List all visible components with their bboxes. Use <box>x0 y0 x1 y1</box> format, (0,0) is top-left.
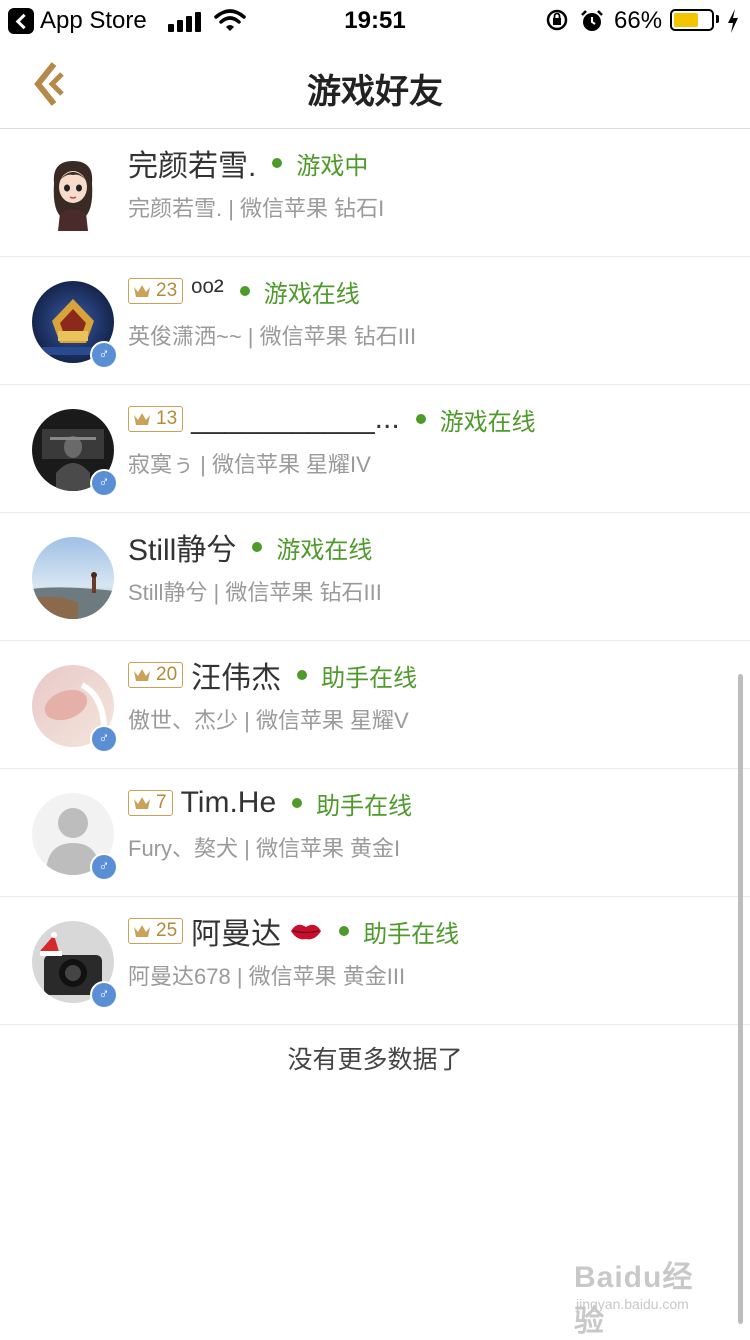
battery-percent: 66% <box>614 7 663 34</box>
friend-row[interactable]: ♂ 23 ᵒᵒ² 游戏在线 英俊潇洒~~ | 微信苹果 钻石III <box>0 257 750 385</box>
online-status: 游戏在线 <box>263 280 360 308</box>
avatar <box>32 537 114 619</box>
friend-name-line: 20 汪伟杰 助手在线 <box>128 655 417 695</box>
crown-icon <box>134 413 150 425</box>
online-dot <box>415 414 426 424</box>
online-dot <box>339 926 350 936</box>
kiss-lips-icon <box>291 924 322 940</box>
male-gender-icon: ♂ <box>90 725 118 753</box>
level-badge: 20 <box>128 662 184 688</box>
nav-bar: 游戏好友 <box>0 42 750 129</box>
level-number: 23 <box>156 280 178 301</box>
online-dot <box>292 798 303 808</box>
alarm-icon <box>581 10 603 31</box>
friend-name: Still静兮 <box>128 534 237 567</box>
level-number: 25 <box>156 920 178 941</box>
crown-icon <box>134 285 150 297</box>
watermark-url: jingyan.baidu.com <box>576 1296 689 1312</box>
friend-name-line: 完颜若雪. 游戏中 <box>128 143 368 183</box>
crown-icon <box>134 925 150 937</box>
friend-detail: 完颜若雪. | 微信苹果 钻石I <box>128 196 385 221</box>
friend-name: ___________... <box>191 402 400 435</box>
level-badge: 25 <box>128 918 184 944</box>
online-status: 游戏在线 <box>276 536 373 564</box>
online-status: 助手在线 <box>363 920 460 948</box>
online-dot <box>252 542 263 552</box>
no-more-data-label: 没有更多数据了 <box>287 1046 463 1074</box>
friend-row[interactable]: ♂ 13 ___________... 游戏在线 寂寞ぅ | 微信苹果 星耀IV <box>0 385 750 513</box>
battery-icon <box>670 9 714 31</box>
friend-row[interactable]: Still静兮 游戏在线 Still静兮 | 微信苹果 钻石III <box>0 513 750 641</box>
friend-name-line: Still静兮 游戏在线 <box>128 527 372 567</box>
male-gender-icon: ♂ <box>90 981 118 1009</box>
friend-row[interactable]: ♂ 20 汪伟杰 助手在线 傲世、杰少 | 微信苹果 星耀V <box>0 641 750 769</box>
online-status: 游戏在线 <box>439 408 536 436</box>
level-number: 20 <box>156 664 178 685</box>
watermark-logo: Baidu经验 jingyan.baidu.com <box>574 1252 714 1338</box>
battery-cap <box>716 15 719 23</box>
battery-fill <box>674 13 698 27</box>
level-badge: 13 <box>128 406 184 432</box>
online-dot <box>272 158 283 168</box>
friend-list: 完颜若雪. 游戏中 完颜若雪. | 微信苹果 钻石I ♂ 23 ᵒᵒ² 游戏在线… <box>0 129 750 1025</box>
friend-detail: 傲世、杰少 | 微信苹果 星耀V <box>128 708 409 733</box>
online-dot <box>297 670 308 680</box>
page-title: 游戏好友 <box>307 73 443 111</box>
status-bar: App Store 19:51 66% <box>0 0 750 42</box>
level-number: 13 <box>156 408 178 429</box>
friend-name-line: 13 ___________... 游戏在线 <box>128 399 536 439</box>
friend-row[interactable]: 完颜若雪. 游戏中 完颜若雪. | 微信苹果 钻石I <box>0 129 750 257</box>
friend-name-line: 7 Tim.He 助手在线 <box>128 783 412 823</box>
friend-detail: 寂寞ぅ | 微信苹果 星耀IV <box>128 452 371 477</box>
friend-row[interactable]: ♂ 7 Tim.He 助手在线 Fury、獒犬 | 微信苹果 黄金I <box>0 769 750 897</box>
crown-icon <box>134 669 150 681</box>
level-badge: 7 <box>128 790 173 816</box>
online-dot <box>239 286 250 296</box>
friend-name: 阿曼达 <box>191 918 282 951</box>
friend-detail: Fury、獒犬 | 微信苹果 黄金I <box>128 836 401 861</box>
level-badge: 23 <box>128 278 184 304</box>
friend-name-line: 25 阿曼达 助手在线 <box>128 911 459 951</box>
level-number: 7 <box>156 792 167 813</box>
avatar <box>32 153 114 235</box>
friend-name: 汪伟杰 <box>191 662 282 695</box>
friend-name: Tim.He <box>180 786 277 819</box>
friend-detail: 英俊潇洒~~ | 微信苹果 钻石III <box>128 324 417 349</box>
friend-name: ᵒᵒ² <box>191 274 224 307</box>
male-gender-icon: ♂ <box>90 341 118 369</box>
friend-name-line: 23 ᵒᵒ² 游戏在线 <box>128 271 360 311</box>
friend-detail: 阿曼达678 | 微信苹果 黄金III <box>128 964 406 989</box>
friend-row[interactable]: ♂ 25 阿曼达 助手在线 阿曼达678 | 微信苹果 黄金III <box>0 897 750 1025</box>
charging-bolt-icon <box>728 9 738 33</box>
scrollbar[interactable] <box>738 674 743 1324</box>
rotation-lock-icon <box>546 9 568 31</box>
male-gender-icon: ♂ <box>90 853 118 881</box>
online-status: 助手在线 <box>321 664 418 692</box>
friend-detail: Still静兮 | 微信苹果 钻石III <box>128 580 382 605</box>
friend-name: 完颜若雪. <box>128 150 257 183</box>
online-status: 游戏中 <box>296 152 369 180</box>
male-gender-icon: ♂ <box>90 469 118 497</box>
online-status: 助手在线 <box>316 792 413 820</box>
crown-icon <box>134 797 150 809</box>
